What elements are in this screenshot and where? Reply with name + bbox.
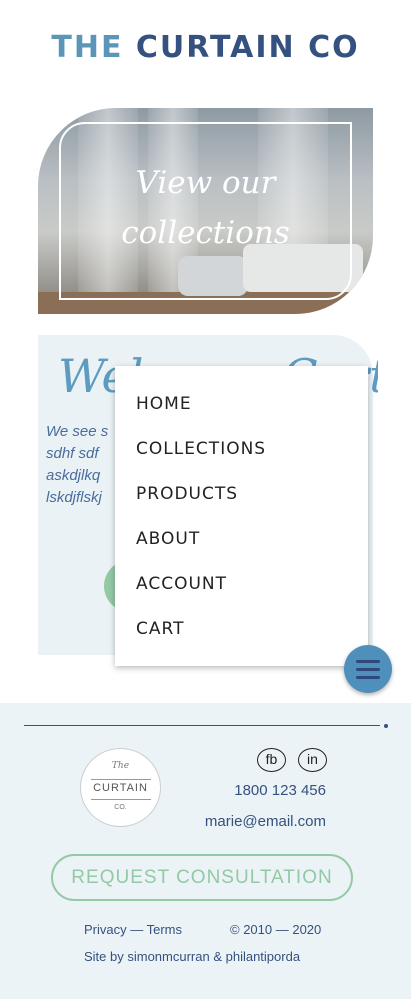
linkedin-icon[interactable]: in xyxy=(298,748,327,772)
footer-divider-dot xyxy=(384,724,388,728)
logo-rule xyxy=(91,779,151,780)
footer-phone[interactable]: 1800 123 456 xyxy=(234,782,326,799)
footer-divider xyxy=(24,725,380,726)
logo-rule xyxy=(91,799,151,800)
request-consultation-button[interactable]: REQUEST CONSULTATION xyxy=(51,854,353,901)
menu-item-products[interactable]: PRODUCTS xyxy=(136,484,238,504)
nav-menu: HOME COLLECTIONS PRODUCTS ABOUT ACCOUNT … xyxy=(115,366,368,666)
facebook-icon[interactable]: fb xyxy=(257,748,286,772)
hero-title-line1: View our xyxy=(135,165,276,201)
menu-toggle-button[interactable] xyxy=(344,645,392,693)
privacy-terms-links[interactable]: Privacy — Terms xyxy=(84,922,182,937)
hero-title-line2: collections xyxy=(121,215,290,251)
menu-item-about[interactable]: ABOUT xyxy=(136,529,200,549)
site-credits[interactable]: Site by simonmcurran & philantiporda xyxy=(84,949,300,964)
menu-item-home[interactable]: HOME xyxy=(136,394,192,414)
footer-logo[interactable]: The CURTAIN CO. xyxy=(80,748,161,827)
site-logo-text[interactable]: THE CURTAIN CO xyxy=(0,30,411,65)
brand-word-the: THE xyxy=(51,30,124,65)
logo-text-curtain: CURTAIN xyxy=(93,782,148,794)
menu-item-cart[interactable]: CART xyxy=(136,619,184,639)
logo-text-co: CO. xyxy=(114,804,127,811)
logo-text-the: The xyxy=(111,761,130,771)
hero-collections-card[interactable]: View our collections xyxy=(38,108,373,314)
hero-title: View our collections xyxy=(38,158,373,258)
footer-email[interactable]: marie@email.com xyxy=(205,813,326,830)
footer: The CURTAIN CO. fb in 1800 123 456 marie… xyxy=(0,703,411,999)
copyright-text: © 2010 — 2020 xyxy=(230,922,322,937)
menu-item-account[interactable]: ACCOUNT xyxy=(136,574,227,594)
menu-item-collections[interactable]: COLLECTIONS xyxy=(136,439,266,459)
brand-word-curtain-co: CURTAIN CO xyxy=(135,30,360,65)
